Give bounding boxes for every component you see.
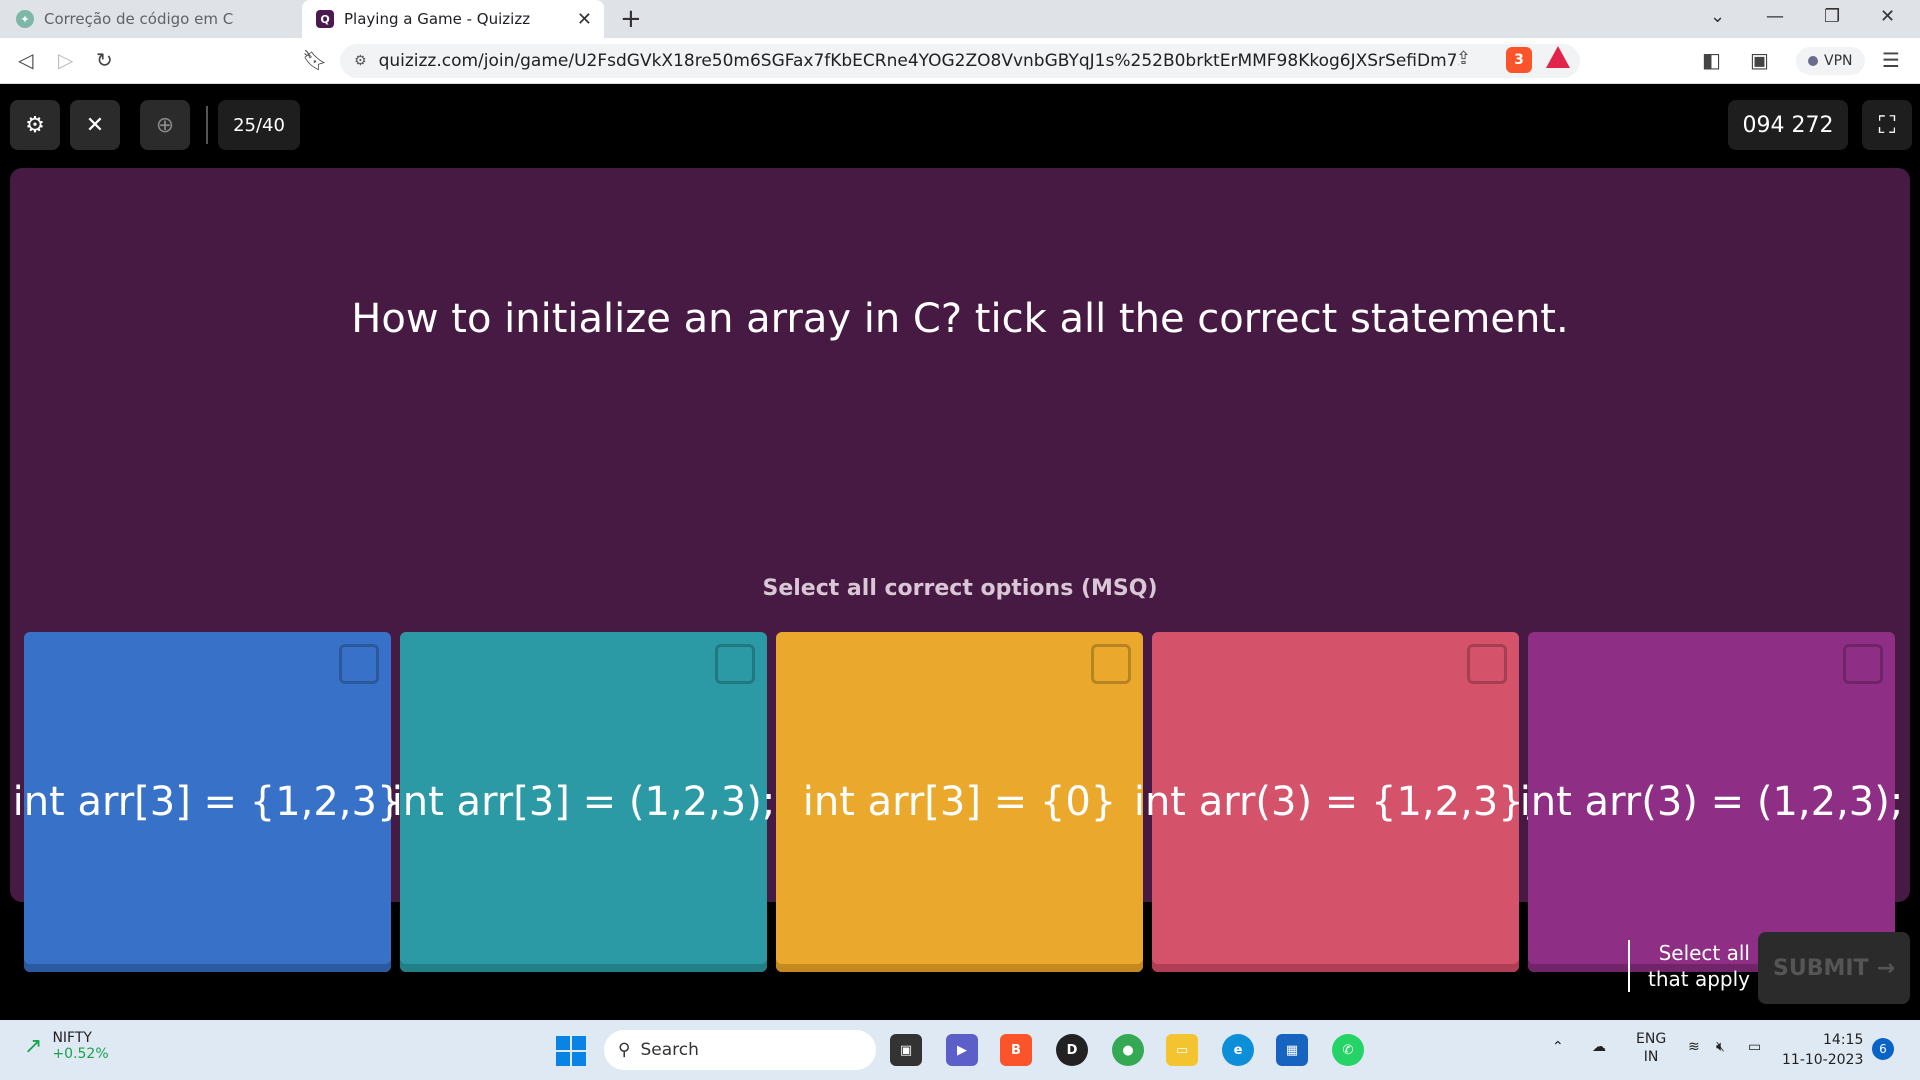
quizizz-icon: Q (316, 10, 334, 28)
toolbar-divider (206, 106, 208, 144)
tab-title: Correção de código em C (44, 10, 234, 28)
tab-quizizz[interactable]: Q Playing a Game - Quizizz ✕ (302, 0, 604, 38)
options-grid: int arr[3] = {1,2,3} int arr[3] = (1,2,3… (13, 632, 1903, 972)
brave-shields-icon[interactable]: 3 (1506, 47, 1532, 73)
option-4[interactable]: int arr(3) = {1,2,3}; (1134, 632, 1537, 972)
option-text: int arr[3] = {1,2,3} (12, 779, 403, 825)
zoom-button[interactable]: ⊕ (140, 100, 190, 150)
option-5[interactable]: int arr(3) = (1,2,3); (1520, 632, 1903, 972)
taskbar: ↗ NIFTY +0.52% ⚲ Search ▣ ▶ B D ● ▭ e ▦ … (0, 1020, 1920, 1080)
option-text: int arr[3] = (1,2,3); (391, 779, 776, 825)
tab-search-chevron-icon[interactable]: ⌄ (1710, 6, 1725, 27)
trend-up-icon: ↗ (24, 1033, 43, 1059)
weather-icon[interactable]: ☁ (1592, 1038, 1606, 1056)
option-checkbox[interactable] (1091, 644, 1131, 684)
clock[interactable]: 14:15 11-10-2023 (1782, 1030, 1863, 1070)
question-counter: 25/40 (218, 100, 300, 150)
submit-button[interactable]: SUBMIT → (1758, 932, 1910, 1004)
search-icon: ⚲ (618, 1040, 631, 1060)
language-indicator[interactable]: ENG IN (1636, 1030, 1666, 1066)
option-checkbox[interactable] (1467, 644, 1507, 684)
tray-chevron-icon[interactable]: ⌃ (1552, 1038, 1564, 1056)
url-field[interactable]: ⚙ quizizz.com/join/game/U2FsdGVkX18re50m… (340, 44, 1580, 78)
fullscreen-icon: ⛶ (1878, 111, 1896, 139)
url-text: quizizz.com/join/game/U2FsdGVkX18re50m6S… (378, 51, 1459, 71)
mute-icon[interactable]: 🔇︎ (1716, 1038, 1725, 1056)
zoom-in-icon: ⊕ (155, 112, 175, 138)
battery-icon[interactable]: ▭ (1748, 1038, 1761, 1056)
start-button[interactable] (556, 1036, 586, 1066)
option-2[interactable]: int arr[3] = (1,2,3); (392, 632, 775, 972)
brave-rewards-icon[interactable] (1546, 46, 1570, 68)
game-code: 094 272 (1728, 100, 1848, 150)
question-text: How to initialize an array in C? tick al… (351, 296, 1569, 342)
store-icon[interactable]: ▦ (1276, 1034, 1308, 1066)
teams-icon[interactable]: ▶ (946, 1034, 978, 1066)
tab-title: Playing a Game - Quizizz (344, 10, 531, 28)
address-bar-row: ◁ ▷ ↻ 🔖︎ ⚙ quizizz.com/join/game/U2FsdGV… (0, 38, 1920, 84)
settings-button[interactable]: ⚙ (10, 100, 60, 150)
brave-icon[interactable]: B (1000, 1034, 1032, 1066)
dell-icon[interactable]: D (1056, 1034, 1088, 1066)
back-icon[interactable]: ◁ (18, 48, 33, 72)
file-explorer-icon[interactable]: ▭ (1166, 1034, 1198, 1066)
option-1[interactable]: int arr[3] = {1,2,3} (13, 632, 402, 972)
reload-icon[interactable]: ↻ (96, 48, 113, 72)
select-all-hint: Select all that apply (1628, 940, 1750, 992)
close-tab-icon[interactable]: ✕ (577, 9, 592, 30)
tab-correcao[interactable]: ✦ Correção de código em C (0, 0, 302, 38)
minimize-icon[interactable]: — (1766, 6, 1784, 27)
powerups-button[interactable]: ✕ (70, 100, 120, 150)
gear-icon: ⚙ (25, 112, 45, 138)
restore-icon[interactable]: ❐ (1824, 6, 1840, 27)
shuffle-icon: ✕ (85, 112, 105, 138)
option-3[interactable]: int arr[3] = {0} (776, 632, 1143, 972)
menu-icon[interactable]: ☰ (1882, 48, 1900, 72)
arrow-right-icon: → (1876, 955, 1895, 981)
fullscreen-button[interactable]: ⛶ (1862, 100, 1912, 150)
option-checkbox[interactable] (1843, 644, 1883, 684)
wallet-icon[interactable]: ▣ (1750, 48, 1769, 72)
option-checkbox[interactable] (715, 644, 755, 684)
option-text: int arr(3) = (1,2,3); (1519, 779, 1904, 825)
new-tab-icon[interactable]: + (620, 4, 642, 34)
chatgpt-icon: ✦ (16, 10, 34, 28)
question-type-label: Select all correct options (MSQ) (762, 576, 1158, 601)
site-info-icon[interactable]: ⚙ (354, 53, 367, 69)
option-checkbox[interactable] (339, 644, 379, 684)
chrome-icon[interactable]: ● (1112, 1034, 1144, 1066)
stock-widget[interactable]: ↗ NIFTY +0.52% (24, 1030, 109, 1062)
notification-badge[interactable]: 6 (1872, 1038, 1894, 1060)
vpn-status-icon (1808, 56, 1818, 66)
option-text: int arr[3] = {0} (802, 779, 1117, 825)
sidebar-icon[interactable]: ◧ (1702, 48, 1721, 72)
taskbar-search[interactable]: ⚲ Search (604, 1030, 876, 1070)
vpn-button[interactable]: VPN (1796, 47, 1865, 75)
bookmark-icon[interactable]: 🔖︎ (302, 48, 327, 72)
close-window-icon[interactable]: ✕ (1880, 6, 1895, 27)
whatsapp-icon[interactable]: ✆ (1332, 1034, 1364, 1066)
wifi-icon[interactable]: ≋ (1688, 1038, 1700, 1056)
browser-tab-bar: ✦ Correção de código em C Q Playing a Ga… (0, 0, 1920, 38)
forward-icon[interactable]: ▷ (58, 48, 73, 72)
option-text: int arr(3) = {1,2,3}; (1133, 779, 1538, 825)
share-icon[interactable]: ⇪ (1456, 48, 1471, 69)
task-view-icon[interactable]: ▣ (890, 1034, 922, 1066)
quiz-game: ⚙ ✕ ⊕ 25/40 094 272 ⛶ How to initialize … (0, 84, 1920, 1020)
edge-icon[interactable]: e (1222, 1034, 1254, 1066)
